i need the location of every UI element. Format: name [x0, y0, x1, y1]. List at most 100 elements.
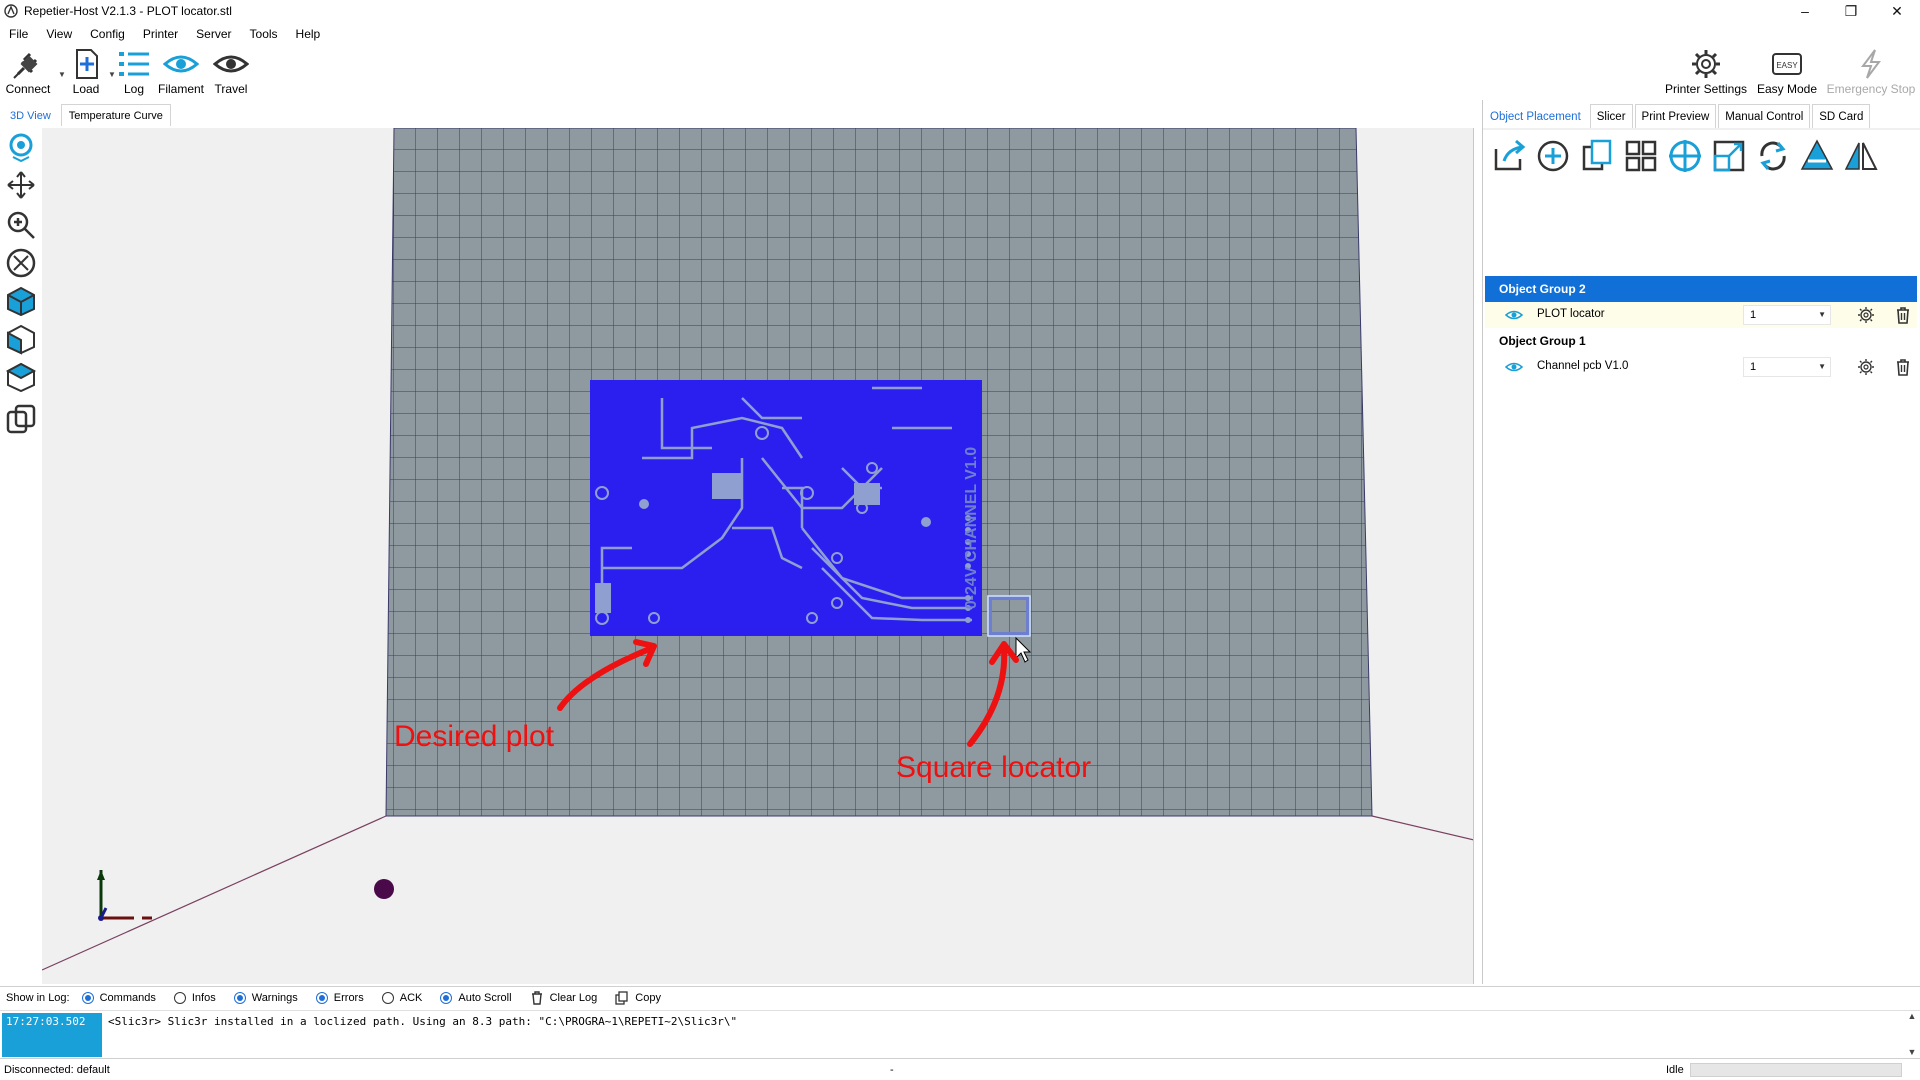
- cut-object-button[interactable]: [1795, 134, 1839, 178]
- rotate-view-tool[interactable]: [4, 130, 38, 164]
- close-button[interactable]: ✕: [1874, 0, 1920, 22]
- scale-icon: [1713, 140, 1745, 172]
- connect-dropdown-icon[interactable]: ▼: [58, 70, 66, 79]
- menu-server[interactable]: Server: [187, 24, 240, 44]
- copy-log-button[interactable]: Copy: [615, 990, 661, 1005]
- minimize-button[interactable]: –: [1782, 0, 1828, 22]
- copy-icon: [1582, 139, 1612, 171]
- object-settings-gear-icon[interactable]: [1857, 306, 1875, 324]
- filament-button[interactable]: Filament: [156, 46, 206, 100]
- easy-mode-button[interactable]: EASY Easy Mode: [1754, 46, 1820, 100]
- ack-toggle[interactable]: [381, 991, 394, 1004]
- log-option-warnings[interactable]: Warnings: [233, 991, 298, 1004]
- tab-print-preview[interactable]: Print Preview: [1634, 104, 1717, 128]
- zoom-view-tool[interactable]: [4, 208, 38, 242]
- menu-bar: File View Config Printer Server Tools He…: [0, 24, 329, 44]
- menu-printer[interactable]: Printer: [134, 24, 187, 44]
- log-button[interactable]: Log: [116, 46, 152, 100]
- travel-button[interactable]: Travel: [210, 46, 252, 100]
- menu-view[interactable]: View: [37, 24, 81, 44]
- object-count-select[interactable]: 1 ▼: [1743, 357, 1831, 377]
- mirror-object-button[interactable]: [1839, 134, 1883, 178]
- log-option-auto-scroll[interactable]: Auto Scroll: [440, 991, 512, 1004]
- object-name: Channel pcb V1.0: [1537, 360, 1629, 372]
- load-button[interactable]: Load: [66, 46, 106, 100]
- delete-trash-icon[interactable]: [1895, 358, 1911, 376]
- export-object-button[interactable]: [1487, 134, 1531, 178]
- object-settings-gear-icon[interactable]: [1857, 358, 1875, 376]
- object-group-1[interactable]: Object Group 1: [1485, 328, 1917, 354]
- log-panel[interactable]: 17:27:03.502 <Slic3r> Slic3r installed i…: [0, 1010, 1920, 1057]
- emergency-stop-button[interactable]: Emergency Stop: [1826, 46, 1916, 100]
- object-list: Object Group 2 PLOT locator 1 ▼ Object Gr…: [1485, 276, 1917, 380]
- object-row-channel-pcb[interactable]: Channel pcb V1.0 1 ▼: [1485, 354, 1917, 380]
- print-bed-scene[interactable]: 0-24V CHANNEL V1.0: [42, 128, 1474, 984]
- top-view-tool[interactable]: [4, 360, 38, 394]
- log-option-ack[interactable]: ACK: [381, 991, 422, 1004]
- tab-object-placement[interactable]: Object Placement: [1483, 104, 1588, 128]
- object-count-select[interactable]: 1 ▼: [1743, 305, 1831, 325]
- parallel-projection-tool[interactable]: [4, 402, 38, 436]
- annotation-desired-plot: Desired plot: [394, 720, 555, 753]
- tab-sd-card[interactable]: SD Card: [1812, 104, 1871, 128]
- object-row-plot-locator[interactable]: PLOT locator 1 ▼: [1485, 302, 1917, 328]
- add-circle-icon: [1537, 140, 1569, 172]
- delete-trash-icon[interactable]: [1895, 306, 1911, 324]
- log-option-commands[interactable]: Commands: [81, 991, 156, 1004]
- object-group-2[interactable]: Object Group 2: [1485, 276, 1917, 302]
- log-option-infos[interactable]: Infos: [173, 991, 216, 1004]
- printer-settings-button[interactable]: Printer Settings: [1664, 46, 1748, 100]
- menu-config[interactable]: Config: [81, 24, 134, 44]
- log-option-errors[interactable]: Errors: [315, 991, 364, 1004]
- log-message: <Slic3r> Slic3r installed in a loclized …: [108, 1015, 738, 1028]
- auto-scroll-toggle[interactable]: [440, 991, 453, 1004]
- errors-toggle[interactable]: [315, 991, 328, 1004]
- commands-toggle[interactable]: [81, 991, 94, 1004]
- tab-3d-view[interactable]: 3D View: [2, 104, 59, 126]
- center-object-button[interactable]: [1663, 134, 1707, 178]
- right-tabs: Object Placement Slicer Print Preview Ma…: [1483, 104, 1872, 128]
- log-timestamp: 17:27:03.502: [2, 1013, 102, 1057]
- menu-help[interactable]: Help: [287, 24, 330, 44]
- rotate-object-button[interactable]: [1751, 134, 1795, 178]
- printer-state: Idle: [1666, 1064, 1684, 1076]
- scroll-down-icon[interactable]: ▼: [1908, 1047, 1917, 1057]
- 3d-viewport[interactable]: 0-24V CHANNEL V1.0 Desired plot Square l…: [42, 128, 1474, 984]
- load-dropdown-icon[interactable]: ▼: [108, 70, 116, 79]
- object-count-value: 1: [1750, 361, 1757, 373]
- autoposition-button[interactable]: [1619, 134, 1663, 178]
- infos-toggle[interactable]: [173, 991, 186, 1004]
- tab-slicer[interactable]: Slicer: [1589, 104, 1633, 128]
- emergency-stop-label: Emergency Stop: [1826, 82, 1916, 96]
- tab-manual-control[interactable]: Manual Control: [1718, 104, 1811, 128]
- clear-log-button[interactable]: Clear Log: [530, 990, 597, 1005]
- errors-label: Errors: [333, 991, 364, 1004]
- visibility-eye-icon[interactable]: [1505, 308, 1523, 322]
- toolbar: Connect ▼ Load ▼ Log Filament Travel Pri…: [0, 46, 1920, 100]
- iso-view-tool[interactable]: [4, 284, 38, 318]
- menu-file[interactable]: File: [0, 24, 37, 44]
- move-icon: [7, 171, 35, 199]
- window-title: Repetier-Host V2.1.3 - PLOT locator.stl: [24, 4, 232, 18]
- warnings-toggle[interactable]: [233, 991, 246, 1004]
- add-object-button[interactable]: [1531, 134, 1575, 178]
- log-options-bar: Show in Log: Commands Infos Warnings Err…: [0, 986, 1920, 1008]
- scale-object-button[interactable]: [1707, 134, 1751, 178]
- tab-temperature-curve[interactable]: Temperature Curve: [60, 104, 171, 126]
- visibility-eye-icon[interactable]: [1505, 360, 1523, 374]
- pcb-plot-object: 0-24V CHANNEL V1.0: [590, 380, 982, 636]
- mirror-icon: [1844, 142, 1878, 170]
- menu-tools[interactable]: Tools: [241, 24, 287, 44]
- connect-button[interactable]: Connect: [4, 46, 52, 100]
- front-view-tool[interactable]: [4, 322, 38, 356]
- right-panel: Object Placement Slicer Print Preview Ma…: [1482, 100, 1920, 984]
- copy-icon: [615, 990, 628, 1005]
- fit-view-tool[interactable]: [4, 246, 38, 280]
- title-bar: Repetier-Host V2.1.3 - PLOT locator.stl …: [0, 0, 1920, 22]
- scroll-up-icon[interactable]: ▲: [1908, 1011, 1917, 1021]
- log-scrollbar[interactable]: ▲ ▼: [1904, 1011, 1920, 1057]
- maximize-button[interactable]: ❐: [1828, 0, 1874, 22]
- move-view-tool[interactable]: [4, 168, 38, 202]
- cube-front-icon: [7, 324, 35, 355]
- copy-object-button[interactable]: [1575, 134, 1619, 178]
